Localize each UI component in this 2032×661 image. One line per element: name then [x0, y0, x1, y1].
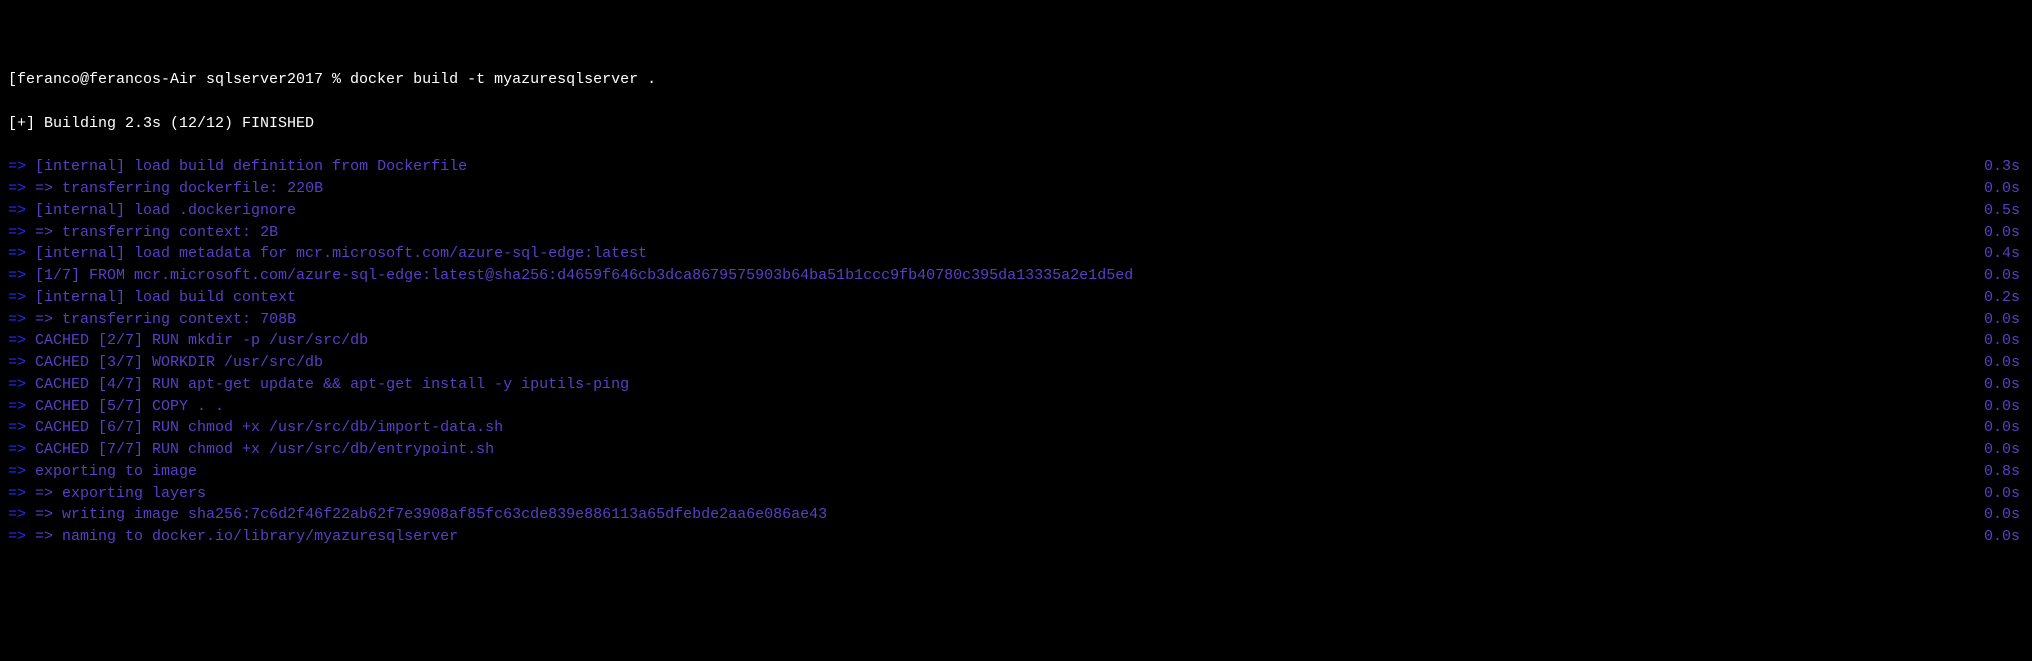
step-time: 0.0s: [1984, 222, 2024, 244]
output-line: => [1/7] FROM mcr.microsoft.com/azure-sq…: [8, 265, 2024, 287]
step-time: 0.0s: [1984, 330, 2024, 352]
arrow-icon: =>: [8, 289, 35, 306]
step-time: 0.0s: [1984, 309, 2024, 331]
output-line: => [internal] load metadata for mcr.micr…: [8, 243, 2024, 265]
subarrow-icon: =>: [35, 180, 62, 197]
output-line-left: => [1/7] FROM mcr.microsoft.com/azure-sq…: [8, 265, 1133, 287]
arrow-icon: =>: [8, 202, 35, 219]
step-time: 0.5s: [1984, 200, 2024, 222]
output-line-left: => => transferring context: 708B: [8, 309, 296, 331]
subarrow-icon: =>: [35, 528, 62, 545]
step-time: 0.2s: [1984, 287, 2024, 309]
step-text: naming to docker.io/library/myazuresqlse…: [62, 528, 458, 545]
step-text: [internal] load metadata for mcr.microso…: [35, 245, 647, 262]
step-time: 0.0s: [1984, 396, 2024, 418]
subarrow-icon: =>: [35, 485, 62, 502]
output-line-left: => => exporting layers: [8, 483, 206, 505]
output-line: => CACHED [3/7] WORKDIR /usr/src/db 0.0s: [8, 352, 2024, 374]
step-text: transferring dockerfile: 220B: [62, 180, 323, 197]
output-line-left: => => transferring context: 2B: [8, 222, 278, 244]
arrow-icon: =>: [8, 245, 35, 262]
output-line: => CACHED [4/7] RUN apt-get update && ap…: [8, 374, 2024, 396]
step-text: [internal] load build definition from Do…: [35, 158, 467, 175]
step-text: exporting to image: [35, 463, 197, 480]
step-text: CACHED [2/7] RUN mkdir -p /usr/src/db: [35, 332, 368, 349]
step-text: CACHED [4/7] RUN apt-get update && apt-g…: [35, 376, 629, 393]
output-line-left: => [internal] load .dockerignore: [8, 200, 296, 222]
arrow-icon: =>: [8, 180, 35, 197]
output-line-left: => [internal] load metadata for mcr.micr…: [8, 243, 647, 265]
arrow-icon: =>: [8, 528, 35, 545]
step-time: 0.0s: [1984, 352, 2024, 374]
arrow-icon: =>: [8, 485, 35, 502]
arrow-icon: =>: [8, 376, 35, 393]
step-time: 0.0s: [1984, 439, 2024, 461]
step-time: 0.8s: [1984, 461, 2024, 483]
output-line: => => transferring dockerfile: 220B 0.0s: [8, 178, 2024, 200]
output-line-left: => exporting to image: [8, 461, 197, 483]
arrow-icon: =>: [8, 332, 35, 349]
step-text: CACHED [3/7] WORKDIR /usr/src/db: [35, 354, 323, 371]
output-line: => => transferring context: 2B 0.0s: [8, 222, 2024, 244]
step-time: 0.0s: [1984, 178, 2024, 200]
output-line: => CACHED [7/7] RUN chmod +x /usr/src/db…: [8, 439, 2024, 461]
output-line: => [internal] load .dockerignore 0.5s: [8, 200, 2024, 222]
step-time: 0.0s: [1984, 504, 2024, 526]
output-line: => => transferring context: 708B 0.0s: [8, 309, 2024, 331]
arrow-icon: =>: [8, 419, 35, 436]
step-time: 0.4s: [1984, 243, 2024, 265]
step-text: writing image sha256:7c6d2f46f22ab62f7e3…: [62, 506, 827, 523]
step-time: 0.0s: [1984, 265, 2024, 287]
output-line-left: => CACHED [5/7] COPY . .: [8, 396, 224, 418]
step-text: transferring context: 708B: [62, 311, 296, 328]
arrow-icon: =>: [8, 267, 35, 284]
subarrow-icon: =>: [35, 506, 62, 523]
step-text: CACHED [7/7] RUN chmod +x /usr/src/db/en…: [35, 441, 494, 458]
output-line-left: => => naming to docker.io/library/myazur…: [8, 526, 458, 548]
output-line-left: => => transferring dockerfile: 220B: [8, 178, 323, 200]
step-time: 0.0s: [1984, 374, 2024, 396]
step-time: 0.0s: [1984, 526, 2024, 548]
output-line-left: => CACHED [7/7] RUN chmod +x /usr/src/db…: [8, 439, 494, 461]
output-line-left: => [internal] load build context: [8, 287, 296, 309]
step-text: CACHED [5/7] COPY . .: [35, 398, 224, 415]
build-output: => [internal] load build definition from…: [8, 156, 2024, 548]
output-line: => CACHED [5/7] COPY . . 0.0s: [8, 396, 2024, 418]
step-text: [1/7] FROM mcr.microsoft.com/azure-sql-e…: [35, 267, 1133, 284]
output-line-left: => CACHED [2/7] RUN mkdir -p /usr/src/db: [8, 330, 368, 352]
output-line-left: => CACHED [4/7] RUN apt-get update && ap…: [8, 374, 629, 396]
arrow-icon: =>: [8, 158, 35, 175]
output-line: => [internal] load build context 0.2s: [8, 287, 2024, 309]
output-line: => exporting to image 0.8s: [8, 461, 2024, 483]
step-text: [internal] load .dockerignore: [35, 202, 296, 219]
output-line-left: => CACHED [3/7] WORKDIR /usr/src/db: [8, 352, 323, 374]
step-time: 0.0s: [1984, 417, 2024, 439]
step-text: [internal] load build context: [35, 289, 296, 306]
step-text: CACHED [6/7] RUN chmod +x /usr/src/db/im…: [35, 419, 503, 436]
terminal-prompt: [feranco@ferancos-Air sqlserver2017 % do…: [8, 69, 2024, 91]
arrow-icon: =>: [8, 506, 35, 523]
arrow-icon: =>: [8, 398, 35, 415]
arrow-icon: =>: [8, 354, 35, 371]
output-line: => [internal] load build definition from…: [8, 156, 2024, 178]
output-line: => => writing image sha256:7c6d2f46f22ab…: [8, 504, 2024, 526]
arrow-icon: =>: [8, 224, 35, 241]
arrow-icon: =>: [8, 311, 35, 328]
output-line-left: => => writing image sha256:7c6d2f46f22ab…: [8, 504, 827, 526]
subarrow-icon: =>: [35, 311, 62, 328]
subarrow-icon: =>: [35, 224, 62, 241]
output-line-left: => [internal] load build definition from…: [8, 156, 467, 178]
step-time: 0.0s: [1984, 483, 2024, 505]
output-line-left: => CACHED [6/7] RUN chmod +x /usr/src/db…: [8, 417, 503, 439]
output-line: => CACHED [6/7] RUN chmod +x /usr/src/db…: [8, 417, 2024, 439]
arrow-icon: =>: [8, 441, 35, 458]
output-line: => => naming to docker.io/library/myazur…: [8, 526, 2024, 548]
arrow-icon: =>: [8, 463, 35, 480]
step-time: 0.3s: [1984, 156, 2024, 178]
output-line: => CACHED [2/7] RUN mkdir -p /usr/src/db…: [8, 330, 2024, 352]
step-text: transferring context: 2B: [62, 224, 278, 241]
build-status: [+] Building 2.3s (12/12) FINISHED: [8, 113, 2024, 135]
step-text: exporting layers: [62, 485, 206, 502]
output-line: => => exporting layers 0.0s: [8, 483, 2024, 505]
